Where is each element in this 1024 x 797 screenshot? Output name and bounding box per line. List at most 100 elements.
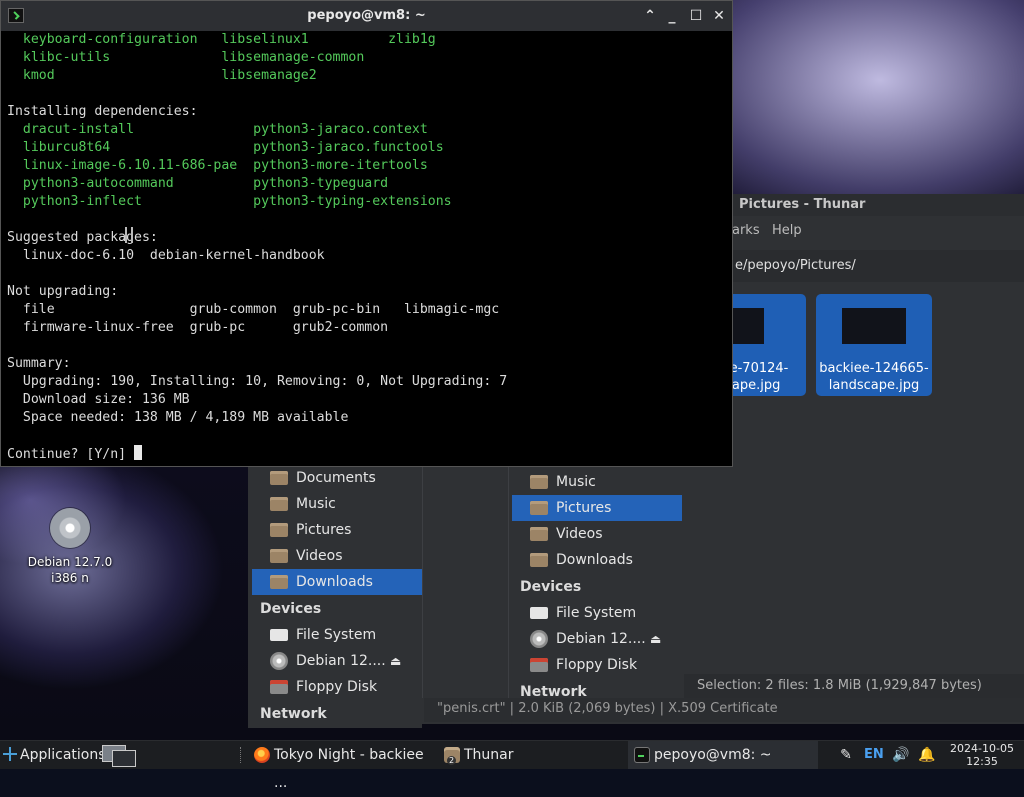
drive-icon — [530, 607, 548, 619]
sidebar-item-label: File System — [556, 605, 637, 621]
sidebar-item-debian-disc[interactable]: Debian 12.... ⏏ — [248, 648, 422, 674]
sidebar-item-label: Videos — [296, 548, 343, 564]
taskbar-window-label: Tokyo Night - backiee ... — [274, 747, 424, 791]
terminal-line: file grub-common grub-pc-bin libmagic-mg… — [7, 302, 500, 317]
sidebar-item-music[interactable]: Music — [510, 469, 682, 495]
eject-icon[interactable]: ⏏ — [650, 626, 661, 652]
file-item[interactable]: backiee-124665- landscape.jpg — [816, 294, 932, 396]
terminal-icon — [634, 747, 650, 763]
image-thumbnail — [842, 308, 906, 344]
terminal-cursor — [134, 445, 143, 460]
applications-menu-button[interactable]: Applications — [0, 741, 106, 769]
close-button[interactable]: ✕ — [708, 5, 730, 27]
terminal-line: linux-image-6.10.11-686-pae python3-more… — [7, 158, 428, 173]
firefox-icon — [254, 747, 270, 763]
network-heading: Network — [260, 706, 327, 722]
terminal-title: pepoyo@vm8: ~ — [307, 8, 426, 23]
sidebar-item-downloads[interactable]: Downloads — [252, 569, 422, 595]
folder-icon — [270, 549, 288, 563]
sidebar-item-label: Pictures — [556, 500, 612, 516]
file-name: backiee-124665- landscape.jpg — [819, 361, 929, 393]
file-view[interactable]: iee-70124- scape.jpg backiee-124665- lan… — [716, 284, 1024, 664]
terminal-line: Upgrading: 190, Installing: 10, Removing… — [7, 374, 508, 389]
terminal-window[interactable]: pepoyo@vm8: ~ ⌃ _ ☐ ✕ keyboard-configura… — [0, 0, 733, 467]
terminal-line: Download size: 136 MB — [7, 392, 190, 407]
sidebar-item-file-system[interactable]: File System — [510, 600, 682, 626]
sidebar-item-label: Pictures — [296, 522, 352, 538]
eject-icon[interactable]: ⏏ — [390, 648, 401, 674]
terminal-line: Not upgrading: — [7, 284, 119, 299]
keyboard-layout-indicator[interactable]: EN — [864, 741, 884, 769]
sidebar-item-label: File System — [296, 627, 377, 643]
sidebar-item-label: Videos — [556, 526, 603, 542]
terminal-titlebar[interactable]: pepoyo@vm8: ~ ⌃ _ ☐ ✕ — [1, 1, 732, 31]
terminal-line: klibc-utils libsemanage-common — [7, 50, 365, 65]
applications-label: Applications — [20, 747, 106, 763]
taskbar-window-thunar[interactable]: 2 Thunar — [438, 741, 626, 769]
location-bar[interactable]: e/pepoyo/Pictures/ — [732, 250, 1024, 282]
terminal-line: Summary: — [7, 356, 71, 371]
terminal-line: Suggested packages: — [7, 230, 158, 245]
show-desktop-icon[interactable] — [102, 745, 136, 767]
network-icon[interactable]: ✎ — [838, 747, 854, 763]
sidebar-item-floppy[interactable]: Floppy Disk — [510, 652, 682, 678]
terminal-line: Space needed: 138 MB / 4,189 MB availabl… — [7, 410, 349, 425]
sidebar-divider[interactable] — [508, 466, 509, 700]
clock-time: 12:35 — [966, 755, 998, 768]
thunar-window-title: Pictures - Thunar — [732, 194, 1024, 216]
terminal-line: linux-doc-6.10 debian-kernel-handbook — [7, 248, 325, 263]
terminal-line: Installing dependencies: — [7, 104, 198, 119]
terminal-line: firmware-linux-free grub-pc grub2-common — [7, 320, 389, 335]
clock-date: 2024-10-05 — [950, 742, 1014, 755]
terminal-line: keyboard-configuration libselinux1 zlib1… — [7, 32, 436, 47]
terminal-line: python3-autocommand python3-typeguard — [7, 176, 389, 191]
devices-heading: Devices — [260, 601, 322, 617]
folder-icon — [270, 471, 288, 485]
terminal-line: python3-inflect python3-typing-extension… — [7, 194, 452, 209]
sidebar-item-label: Floppy Disk — [296, 679, 378, 695]
terminal-output[interactable]: keyboard-configuration libselinux1 zlib1… — [7, 31, 728, 464]
optical-disc-icon — [270, 652, 288, 670]
sidebar-item-label: Downloads — [296, 574, 373, 590]
terminal-line: kmod libsemanage2 — [7, 68, 317, 83]
sidebar-item-floppy[interactable]: Floppy Disk — [248, 674, 422, 700]
thunar-icon: 2 — [444, 747, 460, 765]
thunar-sidebar-pictures: Music Pictures Videos Downloads Devices … — [510, 468, 684, 700]
clock[interactable]: 2024-10-05 12:35 — [944, 742, 1020, 768]
terminal-line: Continue? [Y/n] — [7, 445, 728, 463]
desktop-icon-debian-disc[interactable]: Debian 12.7.0 i386 n — [14, 508, 126, 586]
taskbar-separator — [240, 747, 243, 763]
taskbar-window-firefox[interactable]: Tokyo Night - backiee ... — [248, 741, 438, 791]
terminal-line: liburcu8t64 python3-jaraco.functools — [7, 140, 444, 155]
status-bar-selection: Selection: 2 files: 1.8 MiB (1,929,847 b… — [684, 674, 1024, 698]
devices-heading: Devices — [520, 579, 582, 595]
sidebar-divider[interactable] — [422, 466, 423, 698]
minimize-button[interactable]: _ — [661, 5, 683, 27]
collapse-window-button[interactable]: ⌃ — [639, 5, 661, 27]
sidebar-item-downloads[interactable]: Downloads — [510, 547, 682, 573]
notification-bell-icon[interactable]: 🔔 — [918, 747, 935, 763]
desktop-icon-label: Debian 12.7.0 i386 n — [27, 555, 113, 585]
menu-bookmarks[interactable]: arks — [732, 223, 760, 238]
optical-disc-icon — [50, 508, 90, 548]
window-count-badge: 2 — [447, 756, 456, 765]
maximize-button[interactable]: ☐ — [685, 5, 707, 27]
sidebar-item-pictures[interactable]: Pictures — [512, 495, 682, 521]
sidebar-item-pictures[interactable]: Pictures — [248, 517, 422, 543]
sidebar-item-music[interactable]: Music — [248, 491, 422, 517]
sidebar-item-label: Music — [556, 474, 596, 490]
taskbar-window-terminal[interactable]: pepoyo@vm8: ~ — [628, 741, 818, 769]
volume-icon[interactable]: 🔊 — [892, 747, 909, 763]
menu-help[interactable]: Help — [772, 223, 802, 238]
sidebar-item-videos[interactable]: Videos — [510, 521, 682, 547]
sidebar-item-videos[interactable]: Videos — [248, 543, 422, 569]
sidebar-item-file-system[interactable]: File System — [248, 622, 422, 648]
folder-icon — [530, 475, 548, 489]
floppy-icon — [270, 680, 288, 694]
sidebar-item-documents[interactable]: Documents — [248, 465, 422, 491]
location-path: e/pepoyo/Pictures/ — [735, 258, 856, 273]
sidebar-item-debian-disc[interactable]: Debian 12.... ⏏ — [510, 626, 682, 652]
